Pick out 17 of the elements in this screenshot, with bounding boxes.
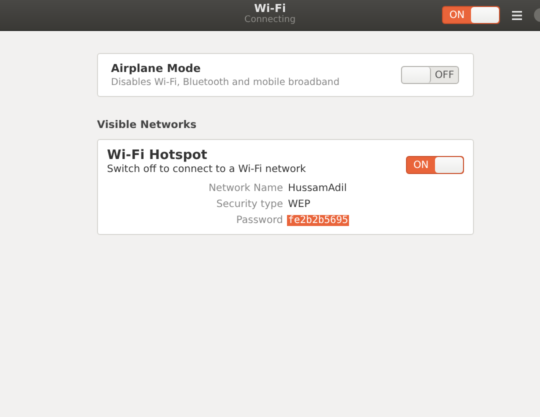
detail-value: HussamAdil (287, 183, 348, 194)
toggle-switch[interactable]: ON (442, 6, 500, 24)
window-subtitle: Connecting (244, 15, 296, 26)
detail-value: fe2b2b5695 (287, 215, 350, 226)
detail-label: Password (235, 215, 283, 226)
section-heading: Visible Networks (97, 119, 198, 131)
menu-icon[interactable] (512, 10, 522, 20)
window-title: Wi-Fi (254, 2, 286, 15)
airplane-mode-description: Disables Wi-Fi, Bluetooth and mobile broadband (111, 77, 340, 88)
detail-label: Network Name (208, 183, 283, 194)
hotspot-title: Wi-Fi Hotspot (107, 148, 208, 163)
toggle-switch[interactable]: ON (406, 156, 464, 174)
detail-label: Security type (215, 199, 283, 210)
airplane-mode-title: Airplane Mode (111, 62, 202, 75)
hotspot-description: Switch off to connect to a Wi-Fi network (107, 164, 307, 175)
toggle-switch[interactable]: OFF (401, 66, 459, 84)
detail-value: WEP (287, 199, 312, 210)
